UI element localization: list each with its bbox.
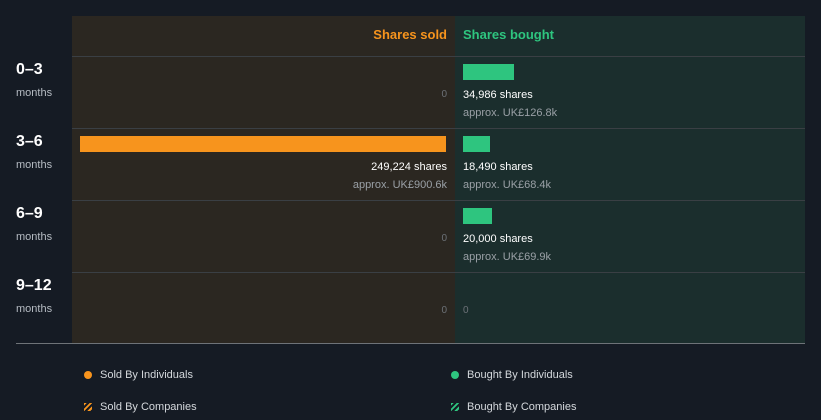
period-row-6-9: 6–9 months 0 20,000 shares approx. UK£69… [0, 201, 821, 273]
period-row-3-6: 3–6 months 249,224 shares approx. UK£900… [0, 129, 821, 201]
legend-sold-by-companies: Sold By Companies [84, 400, 197, 414]
bought-bar [463, 64, 514, 80]
period-unit: months [16, 87, 53, 99]
orange-dot-icon [84, 371, 92, 379]
period-unit: months [16, 159, 53, 171]
period-label: 3–6 [16, 133, 43, 150]
period-label: 0–3 [16, 61, 43, 78]
bought-shares-label: 18,490 shares [463, 161, 533, 173]
shares-sold-header: Shares sold [373, 27, 447, 42]
bought-zero-label: 0 [463, 305, 469, 316]
legend-sold-by-individuals: Sold By Individuals [84, 368, 193, 382]
bought-approx-value: approx. UK£68.4k [463, 179, 552, 191]
period-unit: months [16, 303, 53, 315]
sold-shares-label: 249,224 shares [371, 161, 447, 173]
legend-bought-by-companies: Bought By Companies [451, 400, 576, 414]
green-hatch-icon [451, 403, 459, 411]
bought-shares-label: 34,986 shares [463, 89, 533, 101]
period-row-9-12: 9–12 months 0 0 [0, 273, 821, 345]
sold-approx-value: approx. UK£900.6k [352, 179, 447, 191]
legend-label: Sold By Individuals [100, 369, 193, 381]
shares-bought-header: Shares bought [463, 27, 555, 42]
sold-zero-label: 0 [441, 233, 447, 244]
legend-label: Sold By Companies [100, 401, 197, 413]
sold-bar [80, 136, 446, 152]
period-label: 9–12 [16, 277, 52, 294]
bought-bar [463, 136, 490, 152]
bought-approx-value: approx. UK£126.8k [463, 107, 558, 119]
legend-label: Bought By Companies [467, 401, 577, 413]
orange-hatch-icon [84, 403, 92, 411]
legend-bought-by-individuals: Bought By Individuals [451, 368, 573, 382]
bought-approx-value: approx. UK£69.9k [463, 251, 552, 263]
period-unit: months [16, 231, 53, 243]
sold-zero-label: 0 [441, 89, 447, 100]
green-dot-icon [451, 371, 459, 379]
bought-bar [463, 208, 492, 224]
bought-shares-label: 20,000 shares [463, 233, 533, 245]
sold-zero-label: 0 [441, 305, 447, 316]
period-row-0-3: 0–3 months 0 34,986 shares approx. UK£12… [0, 57, 821, 129]
period-label: 6–9 [16, 205, 43, 222]
legend-label: Bought By Individuals [467, 369, 573, 381]
